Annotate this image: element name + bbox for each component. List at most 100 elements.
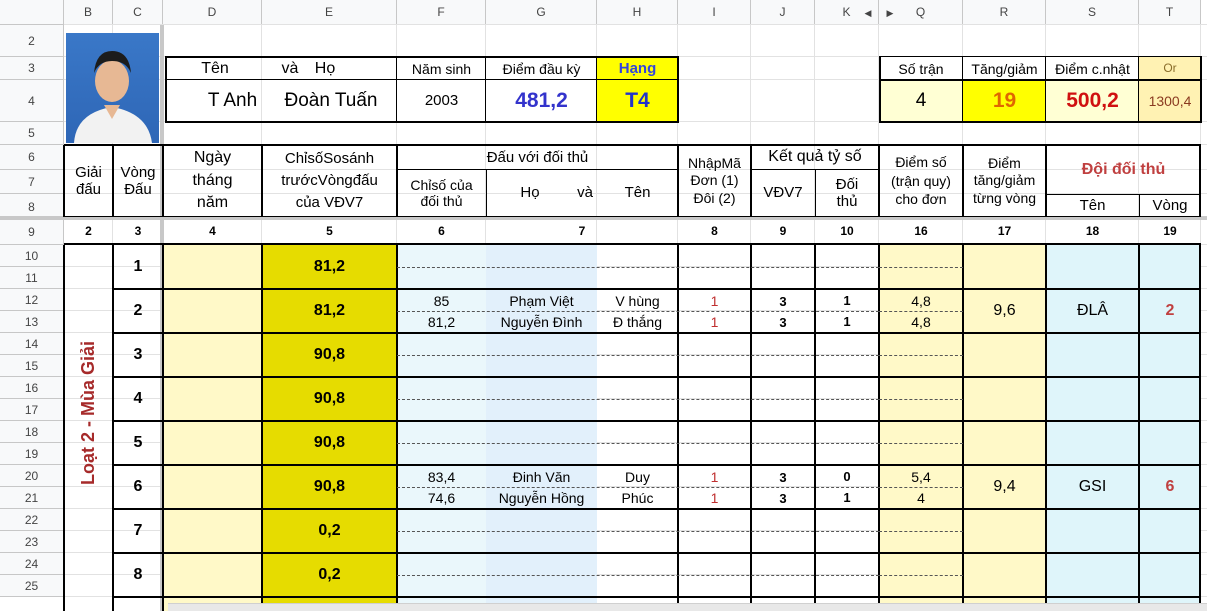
column-header-d[interactable]: D <box>163 0 262 25</box>
input-code-cell[interactable]: 1 <box>678 467 751 487</box>
row-header-11[interactable]: 11 <box>0 267 64 289</box>
round-index-4[interactable]: 90,8 <box>262 377 397 421</box>
change-cell[interactable]: 19 <box>963 80 1046 122</box>
team-round-cell[interactable]: 6 <box>1139 465 1201 509</box>
round-index-7[interactable]: 0,2 <box>262 509 397 553</box>
vdv7-score-cell[interactable]: 3 <box>751 313 815 333</box>
round-index-6[interactable]: 90,8 <box>262 465 397 509</box>
round-date-cell[interactable] <box>163 333 262 377</box>
round-date-cell[interactable] <box>163 553 262 597</box>
row-header-25[interactable]: 25 <box>0 575 64 597</box>
opp-index-cell[interactable]: 83,4 <box>397 467 486 487</box>
row-header-12[interactable]: 12 <box>0 289 64 311</box>
column-header-t[interactable]: T <box>1139 0 1201 25</box>
row-header-17[interactable]: 17 <box>0 399 64 421</box>
row-header-22[interactable]: 22 <box>0 509 64 531</box>
row-header-6[interactable]: 6 <box>0 145 64 170</box>
row-header-9[interactable]: 9 <box>0 220 64 245</box>
or-cell[interactable]: 1300,4 <box>1139 80 1201 122</box>
row-header-16[interactable]: 16 <box>0 377 64 399</box>
opp-surname-cell[interactable]: Nguyễn Đình <box>486 312 597 332</box>
row-header-3[interactable]: 3 <box>0 57 64 80</box>
updated-cell[interactable]: 500,2 <box>1046 80 1139 122</box>
row-header-13[interactable]: 13 <box>0 311 64 333</box>
points-cell[interactable]: 4,8 <box>879 291 963 311</box>
round-date-cell[interactable] <box>163 377 262 421</box>
row-header-20[interactable]: 20 <box>0 465 64 487</box>
opp-name-cell[interactable]: V hùng <box>597 291 678 311</box>
select-all-corner[interactable] <box>0 0 64 25</box>
last-name-cell[interactable]: Đoàn Tuấn <box>265 80 397 122</box>
round-index-5[interactable]: 90,8 <box>262 421 397 465</box>
row-header-2[interactable]: 2 <box>0 25 64 57</box>
row-header-15[interactable]: 15 <box>0 355 64 377</box>
opponent-score-cell[interactable]: 1 <box>815 488 879 508</box>
points-cell[interactable]: 4,8 <box>879 312 963 332</box>
column-header-c[interactable]: C <box>113 0 163 25</box>
opp-surname-cell[interactable]: Đinh Văn <box>486 467 597 487</box>
points-cell[interactable]: 4 <box>879 488 963 508</box>
round-date-cell[interactable] <box>163 421 262 465</box>
opp-index-cell[interactable]: 74,6 <box>397 488 486 508</box>
opponent-score-header: Đối thủ <box>835 175 859 210</box>
opp-name-cell[interactable]: Đ thắng <box>597 312 678 332</box>
opp-surname-cell[interactable]: Phạm Việt <box>486 291 597 311</box>
column-header-e[interactable]: E <box>262 0 397 25</box>
input-code-cell[interactable]: 1 <box>678 488 751 508</box>
round-index-1[interactable]: 81,2 <box>262 245 397 289</box>
row-header-23[interactable]: 23 <box>0 531 64 553</box>
column-header-f[interactable]: F <box>397 0 486 25</box>
row-header-19[interactable]: 19 <box>0 443 64 465</box>
column-header-s[interactable]: S <box>1046 0 1139 25</box>
matches-cell[interactable]: 4 <box>879 80 963 122</box>
vdv7-score-cell[interactable]: 3 <box>751 489 815 509</box>
hidden-columns-left-arrow-icon[interactable]: ◀ <box>864 7 872 19</box>
opp-name-cell[interactable]: Phúc <box>597 488 678 508</box>
column-number-10: 17 <box>997 224 1012 239</box>
row-header-7[interactable]: 7 <box>0 170 64 194</box>
round-index-2[interactable]: 81,2 <box>262 289 397 333</box>
opponent-score-cell[interactable]: 1 <box>815 291 879 311</box>
round-index-8[interactable]: 0,2 <box>262 553 397 597</box>
row-header-24[interactable]: 24 <box>0 553 64 575</box>
input-code-cell[interactable]: 1 <box>678 291 751 311</box>
horizontal-scrollbar[interactable] <box>168 603 1207 611</box>
column-header-h[interactable]: H <box>597 0 678 25</box>
round-date-cell[interactable] <box>163 289 262 333</box>
vdv7-score-cell[interactable]: 3 <box>751 468 815 488</box>
column-header-r[interactable]: R <box>963 0 1046 25</box>
team-name-cell[interactable]: ĐLÂ <box>1046 289 1139 333</box>
opp-surname-cell[interactable]: Nguyễn Hồng <box>486 488 597 508</box>
team-name-cell[interactable]: GSI <box>1046 465 1139 509</box>
rank-cell[interactable]: T4 <box>597 80 678 122</box>
row-header-4[interactable]: 4 <box>0 80 64 122</box>
opp-name-cell[interactable]: Duy <box>597 467 678 487</box>
row-header-18[interactable]: 18 <box>0 421 64 443</box>
round-date-cell[interactable] <box>163 245 262 289</box>
team-round-cell[interactable]: 2 <box>1139 289 1201 333</box>
round-date-cell[interactable] <box>163 465 262 509</box>
opponent-score-cell[interactable]: 1 <box>815 312 879 332</box>
points-change-cell[interactable]: 9,6 <box>963 289 1046 333</box>
column-header-i[interactable]: I <box>678 0 751 25</box>
opp-index-cell[interactable]: 81,2 <box>397 312 486 332</box>
input-code-cell[interactable]: 1 <box>678 312 751 332</box>
opponent-score-cell[interactable]: 0 <box>815 467 879 487</box>
column-header-g[interactable]: G <box>486 0 597 25</box>
row-header-21[interactable]: 21 <box>0 487 64 509</box>
opp-index-cell[interactable]: 85 <box>397 291 486 311</box>
row-header-14[interactable]: 14 <box>0 333 64 355</box>
points-change-cell[interactable]: 9,4 <box>963 465 1046 509</box>
start-points-cell[interactable]: 481,2 <box>486 80 597 122</box>
column-header-b[interactable]: B <box>64 0 113 25</box>
column-header-j[interactable]: J <box>751 0 815 25</box>
opp-surname-header: Họ <box>520 184 540 202</box>
hidden-columns-right-arrow-icon[interactable]: ▶ <box>886 7 894 19</box>
row-header-5[interactable]: 5 <box>0 122 64 145</box>
vdv7-score-cell[interactable]: 3 <box>751 292 815 312</box>
round-index-3[interactable]: 90,8 <box>262 333 397 377</box>
points-cell[interactable]: 5,4 <box>879 467 963 487</box>
birth-year-cell[interactable]: 2003 <box>397 80 486 122</box>
round-date-cell[interactable] <box>163 509 262 553</box>
row-header-10[interactable]: 10 <box>0 245 64 267</box>
